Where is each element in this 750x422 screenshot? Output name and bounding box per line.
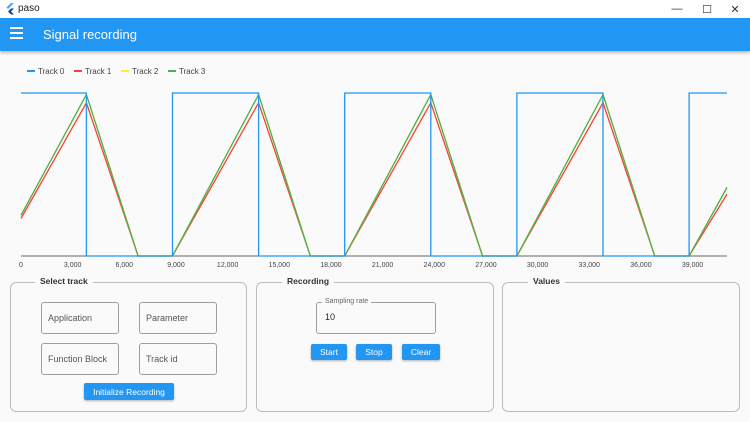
- x-tick-label-4: 12,000: [217, 262, 239, 269]
- legend-label-3: Track 3: [179, 67, 206, 76]
- minimize-icon[interactable]: —: [662, 0, 692, 18]
- x-tick-label-12: 36,000: [630, 262, 652, 269]
- sampling-rate-label: Sampling rate: [322, 298, 372, 306]
- page-title: Signal recording: [43, 27, 137, 42]
- x-tick-label-1: 3,000: [64, 262, 82, 269]
- legend-label-2: Track 2: [132, 67, 159, 76]
- chart-legend: Track 0 Track 1 Track 2 Track 3: [27, 67, 206, 76]
- x-tick-label-7: 21,000: [372, 262, 394, 269]
- legend-label-1: Track 1: [85, 67, 112, 76]
- values-panel: Values: [502, 276, 740, 412]
- select-track-title: Select track: [35, 276, 93, 286]
- recording-panel: Recording Sampling rate 10 Start Stop Cl…: [256, 276, 494, 412]
- values-title: Values: [528, 276, 565, 286]
- maximize-icon[interactable]: ☐: [692, 0, 722, 18]
- application-input[interactable]: Application: [41, 302, 119, 334]
- x-tick-label-0: 0: [19, 262, 23, 269]
- x-tick-label-5: 15,000: [269, 262, 291, 269]
- series-line-0: [21, 92, 727, 257]
- function-block-input[interactable]: Function Block: [41, 343, 119, 375]
- flutter-logo-icon: [6, 3, 14, 15]
- x-tick-label-6: 18,000: [320, 262, 342, 269]
- sampling-rate-value: 10: [325, 312, 336, 322]
- x-tick-label-13: 39,000: [682, 262, 704, 269]
- recording-title: Recording: [282, 276, 335, 286]
- hamburger-menu-icon[interactable]: [10, 27, 24, 41]
- plot-area: [20, 92, 728, 257]
- clear-button[interactable]: Clear: [402, 344, 440, 360]
- window-titlebar: paso — ☐ ✕: [0, 0, 750, 18]
- series-line-1: [20, 101, 728, 257]
- legend-label-0: Track 0: [38, 67, 65, 76]
- series-line-2: [20, 92, 728, 257]
- x-tick-label-3: 9,000: [167, 262, 185, 269]
- initialize-recording-button[interactable]: Initialize Recording: [84, 383, 174, 400]
- window-title: paso: [18, 3, 40, 14]
- x-tick-label-10: 30,000: [527, 262, 549, 269]
- track-id-input[interactable]: Track id: [139, 343, 217, 375]
- start-button[interactable]: Start: [311, 344, 347, 360]
- x-tick-label-9: 27,000: [475, 262, 497, 269]
- x-tick-label-8: 24,000: [424, 262, 446, 269]
- select-track-panel: Select track Application Parameter Funct…: [10, 276, 247, 412]
- close-icon[interactable]: ✕: [720, 0, 750, 18]
- signal-chart: Track 0 Track 1 Track 2 Track 3 0 3,000 6,000…: [19, 67, 728, 269]
- series-line-3: [20, 92, 728, 257]
- app-bar: Signal recording: [0, 18, 750, 51]
- x-axis-ticks: 0 3,000 6,000 9,000 12,000 15,000 18,000 21,000…: [19, 262, 703, 269]
- x-tick-label-2: 6,000: [116, 262, 134, 269]
- sampling-rate-input[interactable]: Sampling rate 10: [316, 298, 436, 334]
- x-tick-label-11: 33,000: [579, 262, 601, 269]
- stop-button[interactable]: Stop: [356, 344, 392, 360]
- parameter-input[interactable]: Parameter: [139, 302, 217, 334]
